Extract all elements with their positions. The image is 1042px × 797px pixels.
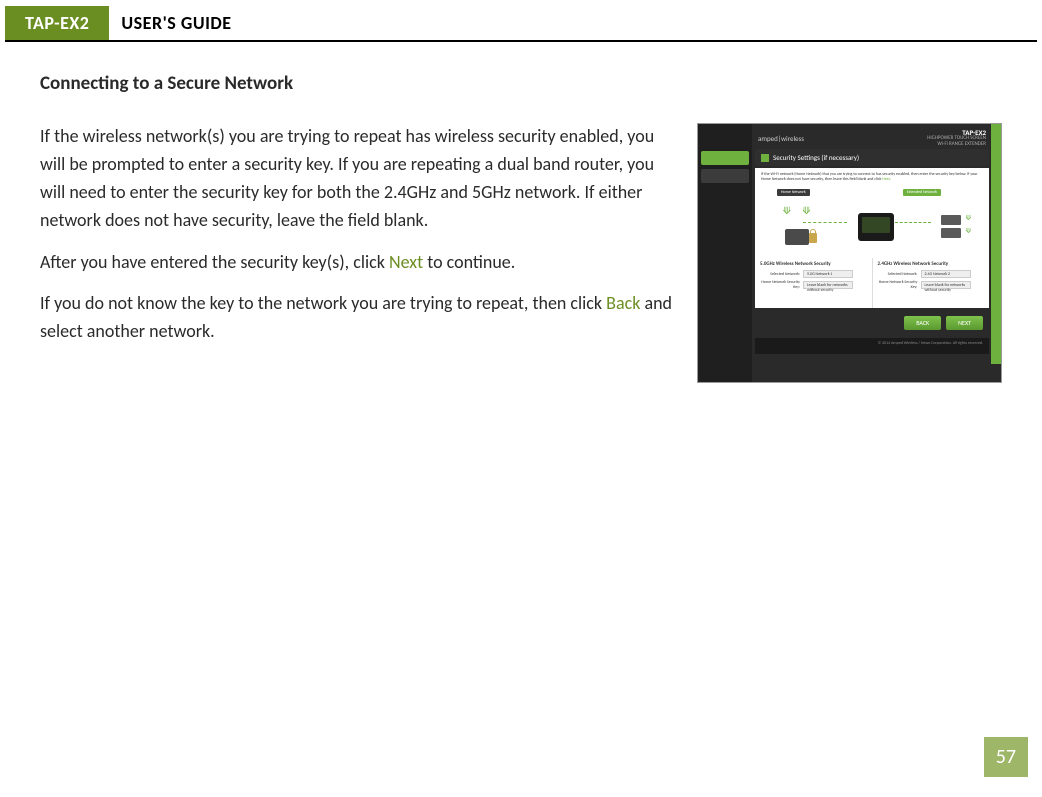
figure-title-text: Security Settings (if necessary) [773, 153, 859, 162]
router-body-icon [785, 229, 809, 245]
figure-sec5-key-label: Home Network Security Key: [760, 280, 800, 290]
figure-sidebar [698, 124, 752, 382]
figure-router-icon: ⟱ ⟱ [783, 209, 811, 245]
paragraph-3: If you do not know the key to the networ… [40, 290, 677, 346]
p2-text-a: After you have entered the security key(… [40, 251, 389, 273]
figure-devices: ⟱ ⟱ [941, 215, 961, 238]
page-header: TAP-EX2 USER'S GUIDE [5, 6, 1037, 42]
figure-button-row: BACK NEXT [755, 308, 989, 338]
figure-connection-line [895, 222, 931, 223]
figure-sec5-net-label: Selected Network: [760, 272, 800, 277]
figure-diagram-label-extended: Extended Network [903, 189, 941, 196]
next-link-text: Next [389, 251, 423, 273]
figure-extender-icon [858, 213, 894, 241]
back-link-text: Back [606, 292, 640, 314]
paragraph-2: After you have entered the security key(… [40, 249, 677, 277]
p3-text-a: If you do not know the key to the networ… [40, 292, 606, 314]
figure-security-row: 5.0GHz Wireless Network Security Selecte… [755, 258, 989, 308]
figure-sec5-net-value: 5.0G Network 1 [803, 270, 853, 278]
figure-subtext: If the Wi-Fi network (Home Network) that… [755, 168, 989, 186]
figure-title-icon [761, 154, 769, 162]
wifi-icon: ⟱ [965, 213, 971, 222]
figure-footer: © 2014 Amped Wireless / Newo Corporation… [755, 338, 989, 354]
figure-sec24-network-line: Selected Network: 2.4G Network 2 [878, 270, 985, 278]
figure-next-button: NEXT [946, 316, 983, 330]
figure-prod-line3: Wi-Fi RANGE EXTENDER [927, 142, 986, 148]
section-heading: Connecting to a Secure Network [40, 72, 1002, 95]
screenshot-figure: amped|wireless TAP-EX2 HIGHPOWER TOUCH S… [697, 123, 1002, 383]
figure-sec24-key-line: Home Network Security Key: Leave blank f… [878, 280, 985, 290]
figure-column: amped|wireless TAP-EX2 HIGHPOWER TOUCH S… [697, 123, 1002, 385]
figure-sidebar-item-active [701, 151, 749, 165]
wifi-icon: ⟱ [802, 204, 810, 217]
figure-sec5-key-line: Home Network Security Key: Leave blank f… [760, 280, 867, 290]
figure-sec24-key-label: Home Network Security Key: [878, 280, 918, 290]
header-title: USER'S GUIDE [109, 6, 243, 40]
paragraph-1: If the wireless network(s) you are tryin… [40, 123, 677, 235]
figure-sec5-key-hint: Leave blank for networks without securit… [803, 281, 853, 289]
figure-product-label: TAP-EX2 HIGHPOWER TOUCH SCREEN Wi-Fi RAN… [927, 129, 986, 148]
body-area: If the wireless network(s) you are tryin… [40, 123, 1002, 385]
figure-title-bar: Security Settings (if necessary) [755, 149, 989, 166]
wifi-icon: ⟱ [965, 226, 971, 235]
page-number: 57 [984, 737, 1028, 777]
figure-sec24-net-value: 2.4G Network 2 [921, 270, 971, 278]
figure-back-button: BACK [904, 316, 941, 330]
figure-sec5-title: 5.0GHz Wireless Network Security [760, 261, 867, 267]
header-product: TAP-EX2 [5, 6, 109, 40]
figure-diagram-label-home: Home Network [777, 189, 810, 196]
text-column: If the wireless network(s) you are tryin… [40, 123, 677, 385]
device-icon: ⟱ [941, 228, 961, 238]
figure-subtext-a: If the Wi-Fi network (Home Network) that… [761, 172, 978, 182]
wifi-icon: ⟱ [783, 204, 791, 217]
figure-topbar: amped|wireless TAP-EX2 HIGHPOWER TOUCH S… [755, 127, 989, 149]
figure-sec24-key-hint: Leave blank for networks without securit… [921, 281, 971, 289]
figure-sec5-network-line: Selected Network: 5.0G Network 1 [760, 270, 867, 278]
figure-subtext-next: Next [882, 177, 890, 182]
figure-security-5ghz: 5.0GHz Wireless Network Security Selecte… [755, 258, 873, 308]
figure-main: amped|wireless TAP-EX2 HIGHPOWER TOUCH S… [752, 124, 1001, 382]
content-area: Connecting to a Secure Network If the wi… [0, 42, 1042, 385]
figure-security-24ghz: 2.4GHz Wireless Network Security Selecte… [873, 258, 990, 308]
figure-sec24-title: 2.4GHz Wireless Network Security [878, 261, 985, 267]
figure-logo: amped|wireless [758, 134, 804, 143]
device-icon: ⟱ [941, 215, 961, 225]
figure-diagram: Home Network Extended Network ⟱ ⟱ ⟱ [755, 186, 989, 258]
p2-text-b: to continue. [423, 251, 515, 273]
figure-sidebar-item [701, 169, 749, 183]
lock-icon [809, 233, 817, 243]
figure-right-accent [991, 124, 1001, 364]
figure-sec24-net-label: Selected Network: [878, 272, 918, 277]
